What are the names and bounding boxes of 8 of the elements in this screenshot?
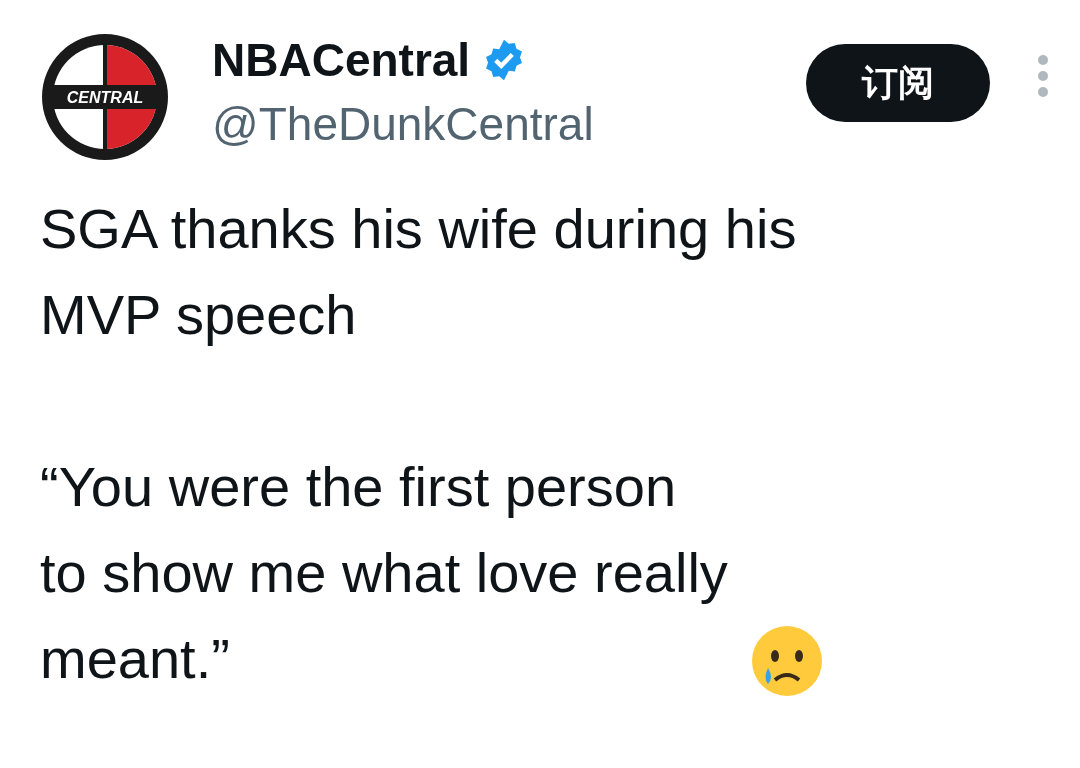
more-options-icon[interactable]	[1036, 54, 1050, 98]
account-handle[interactable]: @TheDunkCentral	[212, 94, 806, 154]
crying-face-icon	[749, 624, 824, 698]
tweet-text: “You were the first person to show me what love really meant.”	[40, 454, 728, 692]
subscribe-button[interactable]: 订阅	[806, 44, 990, 122]
account-name[interactable]: NBACentral	[212, 32, 471, 88]
tweet-text: SGA thanks his wife during his MVP speech	[40, 196, 798, 348]
avatar-logo[interactable]: CENTRAL	[40, 32, 170, 162]
